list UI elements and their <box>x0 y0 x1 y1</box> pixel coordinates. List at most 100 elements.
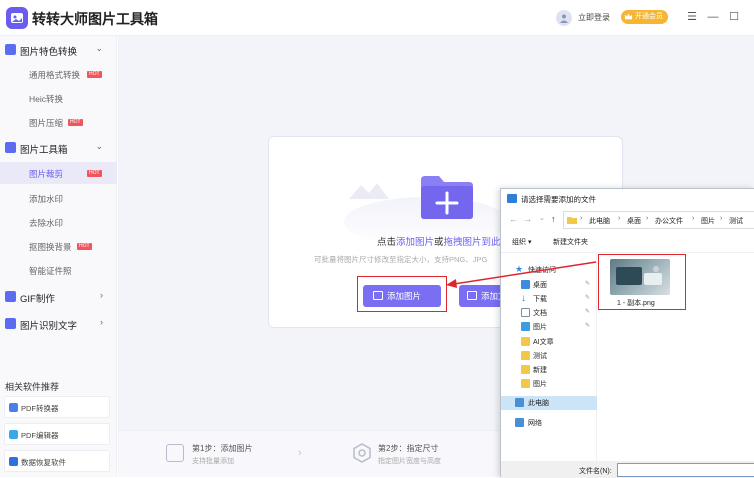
menu-icon[interactable]: ☰ <box>686 10 698 24</box>
sidebar-category-toolbox[interactable]: 图片工具箱 ⌄ <box>0 136 117 160</box>
nav-item-label: 下载 <box>533 296 547 303</box>
hot-badge: HOT <box>87 170 102 177</box>
chevron-right-icon: › <box>298 447 302 459</box>
sidebar-item-format-convert[interactable]: 通用格式转换 HOT <box>0 63 117 85</box>
step-size-icon <box>353 443 371 463</box>
sidebar-category-image-convert[interactable]: 图片特色转换 ⌄ <box>0 38 117 62</box>
login-link[interactable]: 立即登录 <box>578 12 610 23</box>
recommend-pdf-converter[interactable]: PDF转换器 <box>4 396 110 418</box>
highlight-box-file <box>598 254 686 310</box>
sidebar-item-heic[interactable]: Heic转换 <box>0 87 117 109</box>
folder-icon <box>567 217 577 224</box>
new-folder-button[interactable]: 新建文件夹 <box>553 237 588 247</box>
nav-item-downloads[interactable]: ↓ 下载 ✎ <box>501 292 597 306</box>
breadcrumb-test[interactable]: 测试 <box>729 216 743 226</box>
user-avatar-icon[interactable] <box>556 10 572 26</box>
nav-item-this-pc[interactable]: 此电脑 <box>501 396 597 410</box>
sidebar-item-add-watermark[interactable]: 添加水印 <box>0 187 117 209</box>
nav-item-documents[interactable]: 文档 ✎ <box>501 306 597 320</box>
forward-arrow-icon[interactable]: → <box>523 214 532 224</box>
dialog-title-bar: 请选择需要添加的文件 <box>501 189 754 209</box>
nav-item-label: 测试 <box>533 353 547 360</box>
back-arrow-icon[interactable]: ← <box>509 214 518 224</box>
recommend-title: 相关软件推荐 <box>5 382 60 392</box>
sidebar-category-ocr[interactable]: 图片识别文字 › <box>0 312 117 336</box>
folder-add-icon <box>421 176 473 219</box>
step-2-title: 第2步：指定尺寸 <box>378 444 439 453</box>
sidebar-item-label: 图片裁剪 <box>29 169 64 179</box>
recommend-pdf-editor[interactable]: PDF编辑器 <box>4 423 110 445</box>
nav-item-label: 图片 <box>533 381 547 388</box>
recommend-label: PDF转换器 <box>21 404 59 413</box>
file-open-dialog: 请选择需要添加的文件 ← → ⌄ ↑ › 此电脑 › 桌面 › 办公文件 › 图… <box>500 188 754 478</box>
breadcrumb-pictures[interactable]: 图片 <box>701 216 715 226</box>
nav-item-pictures[interactable]: 图片 ✎ <box>501 320 597 334</box>
breadcrumb-office-files[interactable]: 办公文件 <box>655 216 683 226</box>
filename-input[interactable] <box>617 463 754 477</box>
pdf-converter-icon <box>9 403 18 412</box>
crown-icon <box>624 13 633 20</box>
download-icon: ↓ <box>521 293 526 304</box>
dialog-nav-bar: ← → ⌄ ↑ › 此电脑 › 桌面 › 办公文件 › 图片 › 测试 <box>501 209 754 231</box>
breadcrumb-separator: › <box>618 215 621 222</box>
address-bar[interactable]: › 此电脑 › 桌面 › 办公文件 › 图片 › 测试 <box>563 211 754 229</box>
sidebar-item-label: 智能证件照 <box>29 266 72 276</box>
chevron-down-icon: ⌄ <box>95 43 103 53</box>
sidebar-item-remove-watermark[interactable]: 去除水印 <box>0 211 117 233</box>
hot-badge: HOT <box>87 71 102 78</box>
filename-label: 文件名(N): <box>579 468 612 475</box>
recommend-data-recovery[interactable]: 数据恢复软件 <box>4 450 110 472</box>
sidebar-item-cutout[interactable]: 抠图换背景 HOT <box>0 235 117 257</box>
category-label: GIF制作 <box>20 294 55 305</box>
folder-icon <box>521 379 530 388</box>
maximize-button[interactable]: ☐ <box>728 10 740 24</box>
folder-icon <box>521 337 530 346</box>
nav-item-label: 新建 <box>533 367 547 374</box>
app-title: 转转大师图片工具箱 <box>32 11 158 27</box>
sidebar-item-label: 去除水印 <box>29 218 64 228</box>
steps-bar: 第1步：添加图片 支持批量添加 › 第2步：指定尺寸 指定图片宽度与高度 <box>118 430 500 477</box>
sidebar-item-id-photo[interactable]: 智能证件照 <box>0 259 117 281</box>
red-arrow-annotation <box>446 261 597 288</box>
drop-text-prefix: 点击 <box>377 237 397 248</box>
minimize-button[interactable]: — <box>707 10 719 24</box>
drop-text-mid: 或 <box>434 237 444 248</box>
dialog-toolbar: 组织 ▾ 新建文件夹 <box>501 231 754 253</box>
sidebar-item-crop[interactable]: 图片裁剪 HOT <box>0 162 117 184</box>
nav-item-test[interactable]: 测试 <box>501 349 597 363</box>
app-logo <box>6 7 28 29</box>
title-bar: 转转大师图片工具箱 立即登录 开通会员 ☰ — ☐ <box>0 0 754 36</box>
sidebar-category-gif[interactable]: GIF制作 › <box>0 285 117 309</box>
category-label: 图片识别文字 <box>20 321 78 332</box>
ocr-icon <box>5 318 16 329</box>
vip-button[interactable]: 开通会员 <box>621 10 668 24</box>
breadcrumb-desktop[interactable]: 桌面 <box>627 216 641 226</box>
nav-item-new[interactable]: 新建 <box>501 363 597 377</box>
step-1-desc: 支持批量添加 <box>192 458 234 465</box>
nav-item-network[interactable]: 网络 <box>501 416 597 430</box>
hot-badge: HOT <box>68 119 83 126</box>
sidebar: 图片特色转换 ⌄ 通用格式转换 HOT Heic转换 图片压缩 HOT 图片工具… <box>0 36 117 477</box>
step-2-desc: 指定图片宽度与高度 <box>378 458 441 465</box>
step-1-title: 第1步：添加图片 <box>192 444 253 453</box>
breadcrumb-separator: › <box>646 215 649 222</box>
sidebar-item-compress[interactable]: 图片压缩 HOT <box>0 111 117 133</box>
breadcrumb-separator: › <box>580 215 583 222</box>
toolbox-icon <box>5 142 16 153</box>
up-arrow-icon[interactable]: ↑ <box>551 214 556 224</box>
recent-dropdown-icon[interactable]: ⌄ <box>539 214 545 222</box>
breadcrumb-this-pc[interactable]: 此电脑 <box>589 216 610 226</box>
organize-button[interactable]: 组织 ▾ <box>512 237 531 247</box>
sidebar-item-label: 通用格式转换 <box>29 70 81 80</box>
folder-icon <box>521 365 530 374</box>
nav-item-pictures-folder[interactable]: 图片 <box>501 377 597 391</box>
mountain-decoration <box>349 183 389 199</box>
pdf-editor-icon <box>9 430 18 439</box>
pin-icon: ✎ <box>585 295 591 301</box>
chevron-right-icon: › <box>100 290 103 300</box>
recommend-label: PDF编辑器 <box>21 431 59 440</box>
add-image-link[interactable]: 添加图片 <box>396 237 434 248</box>
sidebar-item-label: 抠图换背景 <box>29 242 72 252</box>
nav-item-ai-articles[interactable]: AI文章 <box>501 335 597 349</box>
nav-item-label: AI文章 <box>533 339 554 346</box>
